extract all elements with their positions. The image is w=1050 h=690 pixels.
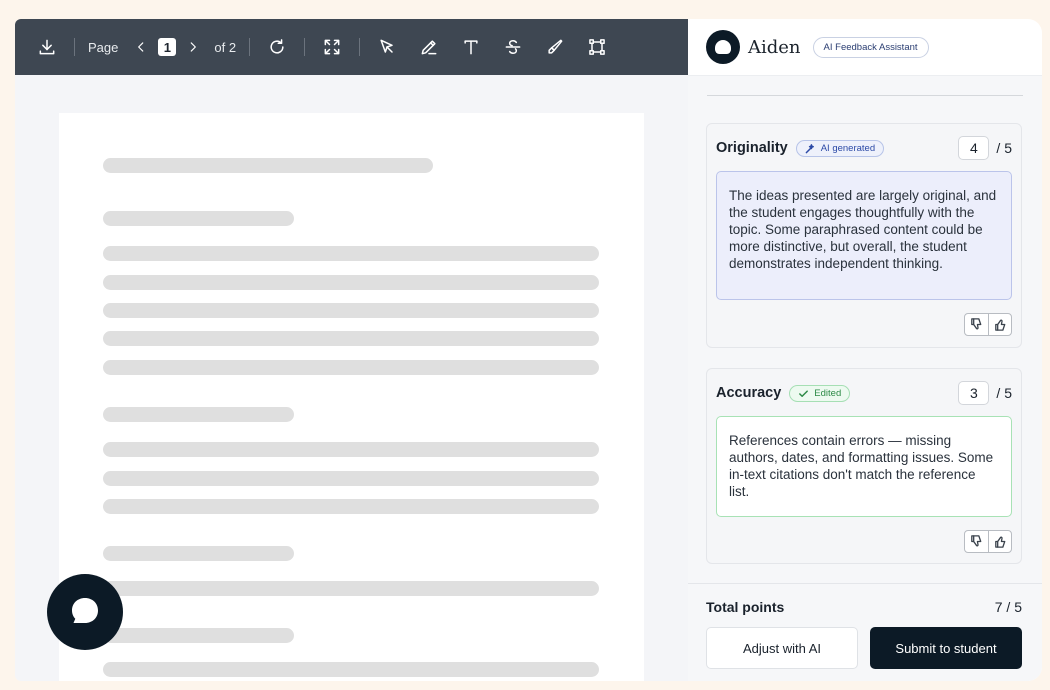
feedback-text[interactable]: References contain errors — missing auth… [716,416,1012,517]
text-placeholder [103,246,599,261]
criterion-card-originality: Originality AI generated 4 / 5 The ideas… [706,123,1022,348]
submit-to-student-button[interactable]: Submit to student [870,627,1022,669]
download-icon[interactable] [33,33,61,61]
text-placeholder [103,662,599,677]
chat-bubble-icon [72,598,98,623]
ai-generated-badge: AI generated [795,139,885,157]
text-tool-icon[interactable] [457,33,485,61]
thumbs-down-icon[interactable] [965,531,988,552]
highlighter-icon[interactable] [541,33,569,61]
edited-badge: Edited [789,384,851,402]
text-placeholder [103,331,599,346]
document-viewer: Page 1 of 2 [15,19,705,681]
text-placeholder [103,275,599,290]
page-total: of 2 [214,39,237,55]
toolbar-divider [304,38,306,56]
toolbar-divider [74,38,75,56]
criterion-card-accuracy: Accuracy Edited 3 / 5 References contain… [706,368,1022,564]
text-placeholder [103,158,433,173]
score-max: / 5 [996,140,1012,156]
chat-launcher-button[interactable] [47,574,123,650]
sidebar-header: Aiden AI Feedback Assistant [688,19,1042,76]
divider [707,95,1023,96]
fullscreen-icon[interactable] [318,33,346,61]
thumbs-up-icon[interactable] [988,531,1011,552]
page-label: Page [88,39,119,55]
chevron-left-icon[interactable] [130,36,152,58]
text-placeholder [103,546,294,561]
text-placeholder [103,581,599,596]
text-placeholder [103,499,599,514]
toolbar-divider [249,38,251,56]
text-placeholder [103,442,599,457]
shape-icon[interactable] [583,33,611,61]
text-placeholder [103,407,294,422]
text-placeholder [103,471,599,486]
total-points-label: Total points [706,599,785,615]
score-input[interactable]: 4 [958,136,990,160]
criteria-list[interactable]: Originality AI generated 4 / 5 The ideas… [688,76,1042,583]
assistant-subtitle-badge: AI Feedback Assistant [812,36,929,58]
adjust-with-ai-button[interactable]: Adjust with AI [706,627,858,669]
magic-wand-icon [805,143,814,153]
thumbs-down-icon[interactable] [965,314,988,335]
strikethrough-icon[interactable] [499,33,527,61]
check-icon [799,389,809,397]
feedback-sidebar: Aiden AI Feedback Assistant Originality … [688,19,1042,681]
score-input[interactable]: 3 [958,381,990,405]
text-placeholder [103,628,294,643]
thumbs-up-icon[interactable] [988,314,1011,335]
chevron-right-icon[interactable] [182,36,204,58]
text-placeholder [103,211,294,226]
sidebar-footer: Total points 7 / 5 Adjust with AI Submit… [688,583,1042,681]
badge-label: Edited [814,387,842,399]
total-points-value: 7 / 5 [994,599,1022,615]
pen-icon[interactable] [415,33,443,61]
text-placeholder [103,303,599,318]
criterion-title: Accuracy [716,385,782,401]
badge-label: AI generated [820,142,876,154]
viewer-toolbar: Page 1 of 2 [15,19,705,75]
score-max: / 5 [996,385,1012,401]
select-pointer-icon[interactable] [373,33,401,61]
assistant-name: Aiden [748,36,801,58]
criterion-title: Originality [716,140,788,156]
feedback-vote-group [964,530,1012,553]
aiden-logo [706,30,740,64]
text-placeholder [103,360,599,375]
document-page [59,113,644,681]
feedback-text[interactable]: The ideas presented are largely original… [716,171,1012,300]
toolbar-divider [359,38,361,56]
rotate-icon[interactable] [263,33,291,61]
page-number-input[interactable]: 1 [158,38,177,56]
feedback-vote-group [964,313,1012,336]
